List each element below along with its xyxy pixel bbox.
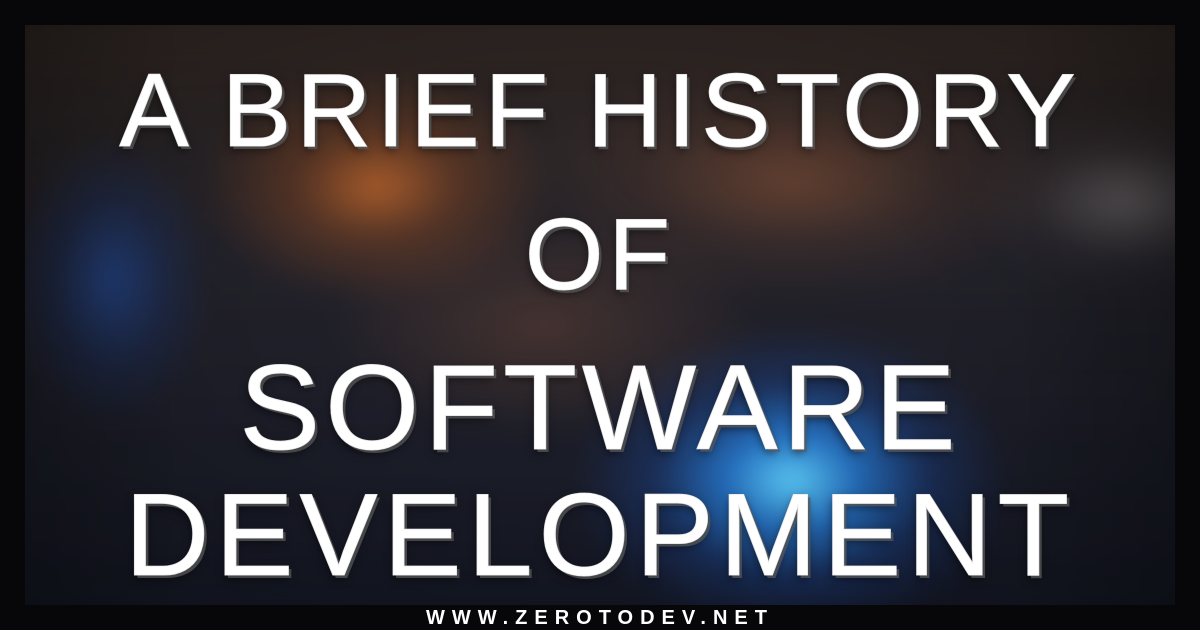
headline-line: A BRIEF HISTORY [119, 53, 1081, 169]
headline-line: SOFTWARE [239, 339, 961, 475]
headline: A BRIEF HISTORY OF SOFTWARE DEVELOPMENT [25, 25, 1175, 605]
headline-line: OF [524, 199, 676, 311]
social-share-graphic: A BRIEF HISTORY OF SOFTWARE DEVELOPMENT … [0, 0, 1200, 630]
headline-line: DEVELOPMENT [124, 469, 1076, 600]
website-url: WWW.ZEROTODEV.NET [426, 607, 774, 629]
